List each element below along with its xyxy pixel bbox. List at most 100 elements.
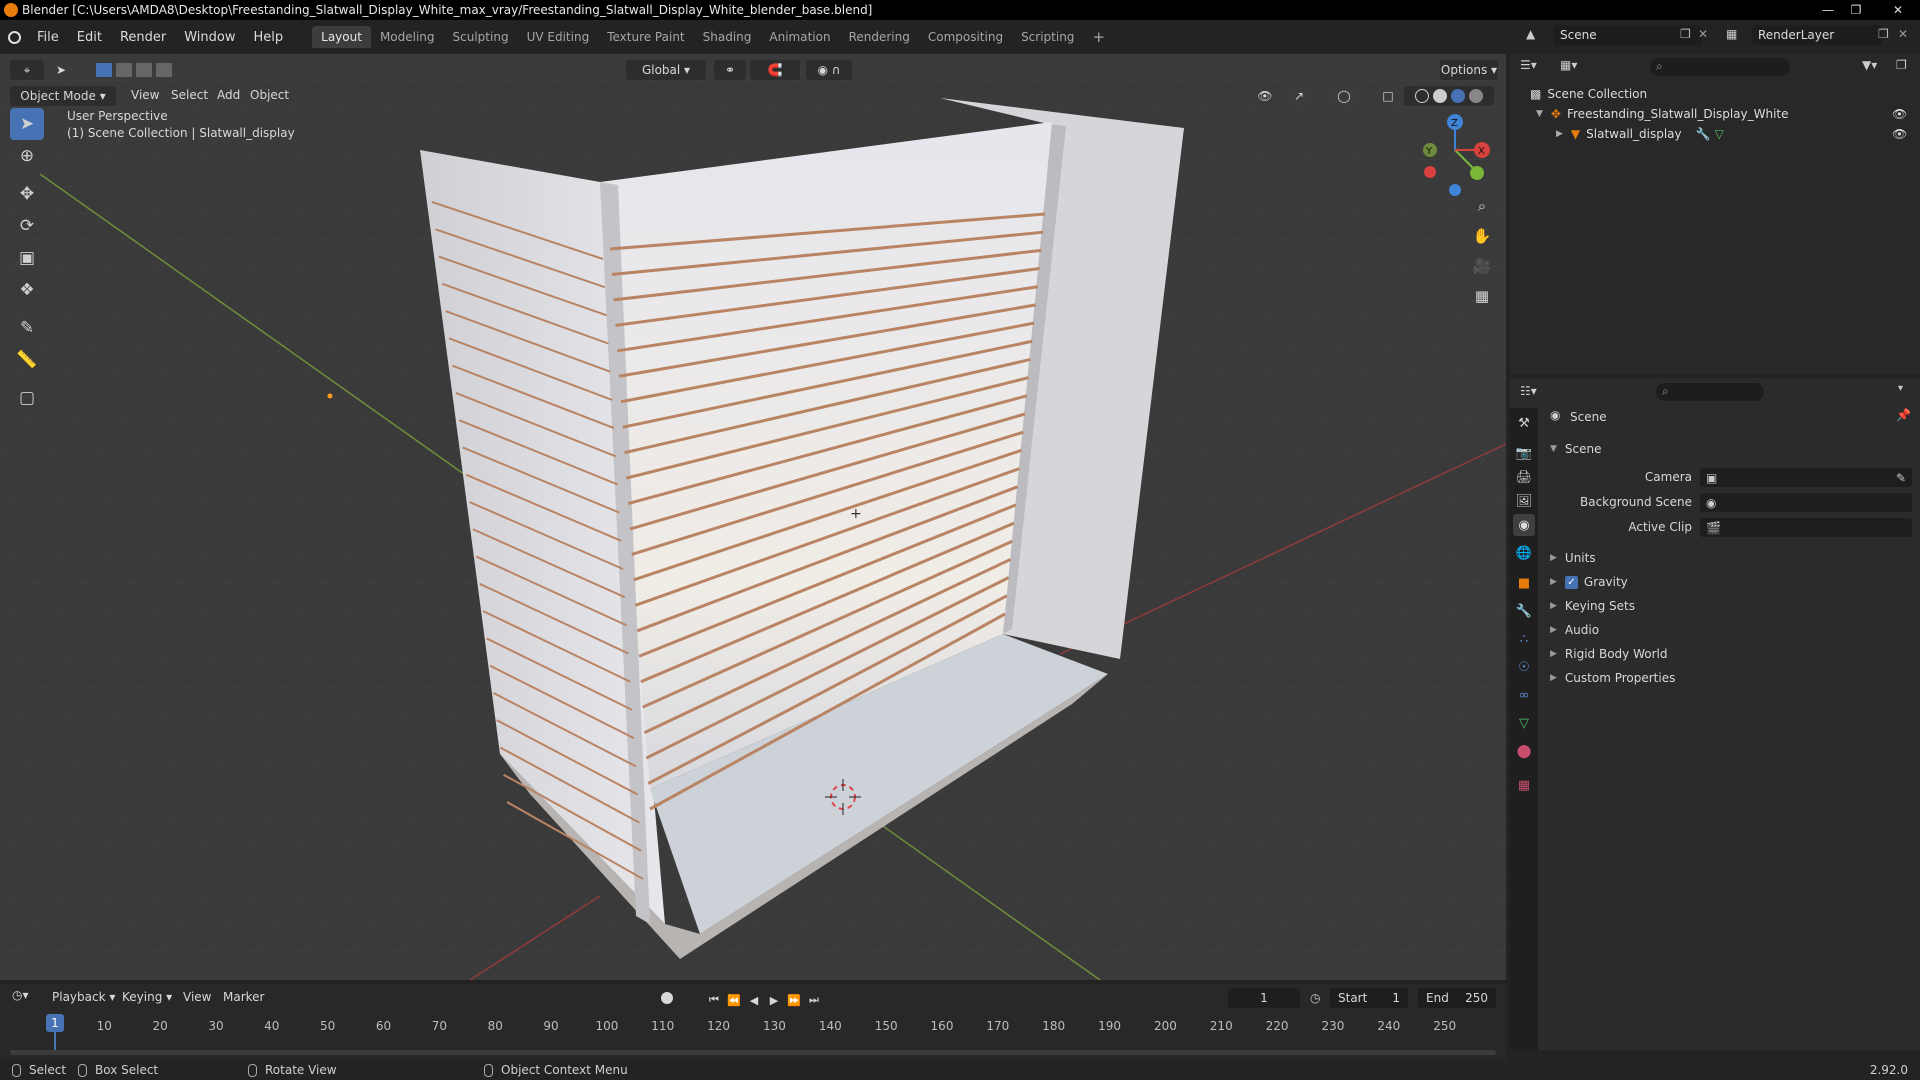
expand-down-icon[interactable]: ▼ — [1536, 109, 1543, 119]
remove-scene-icon[interactable]: ✕ — [1698, 27, 1708, 41]
data-tab-icon[interactable]: ▽ — [1513, 712, 1535, 734]
outliner-scene-collection[interactable]: ▩ Scene Collection — [1510, 84, 1920, 104]
end-frame-field[interactable]: End 250 — [1418, 988, 1496, 1008]
options-dropdown[interactable]: Options ▾ — [1440, 60, 1498, 80]
ortho-grid-icon[interactable]: ▦ — [1468, 282, 1496, 310]
constraints-tab-icon[interactable]: ∞ — [1513, 684, 1535, 706]
rigid-body-world-panel-header[interactable]: ▶ Rigid Body World — [1550, 645, 1910, 663]
menu-edit[interactable]: Edit — [68, 30, 111, 45]
properties-search-input[interactable]: ⌕ — [1656, 383, 1764, 401]
select-tool-icon[interactable]: ➤ — [50, 60, 72, 80]
pan-hand-icon[interactable]: ✋ — [1468, 222, 1496, 250]
play-icon[interactable]: ▶ — [766, 992, 782, 1008]
menu-window[interactable]: Window — [175, 30, 244, 45]
viewport-menu-object[interactable]: Object — [250, 88, 289, 102]
3d-viewport[interactable]: + Z Y X — [0, 54, 1506, 980]
pin-icon[interactable]: 📌 — [1896, 408, 1911, 422]
jump-keyframe-forward-icon[interactable]: ⏩ — [786, 992, 802, 1008]
pivot-point-icon[interactable]: ⚭ — [714, 60, 746, 80]
audio-panel-header[interactable]: ▶ Audio — [1550, 621, 1910, 639]
units-panel-header[interactable]: ▶ Units — [1550, 549, 1910, 567]
menu-file[interactable]: File — [28, 30, 68, 45]
play-reverse-icon[interactable]: ◀ — [746, 992, 762, 1008]
camera-field[interactable]: ▣ ✎ — [1700, 468, 1912, 487]
add-cube-tool-icon[interactable]: ▢ — [10, 382, 44, 414]
viewport-menu-select[interactable]: Select — [171, 88, 208, 102]
current-frame-field[interactable]: 1 — [1228, 988, 1300, 1008]
new-collection-icon[interactable]: ❐ — [1896, 58, 1907, 72]
scale-tool-icon[interactable]: ▣ — [10, 242, 44, 274]
timeline-menu-view[interactable]: View — [183, 990, 211, 1004]
jump-start-icon[interactable]: ⏮ — [706, 992, 722, 1008]
gravity-checkbox[interactable]: ✓ — [1564, 575, 1578, 589]
expand-right-icon[interactable]: ▶ — [1556, 129, 1563, 139]
selection-mode-icons[interactable] — [90, 60, 178, 80]
modifier-tab-icon[interactable]: 🔧 — [1513, 600, 1535, 622]
filter-icon[interactable]: ▼▾ — [1862, 58, 1877, 72]
timeline-scrollbar[interactable] — [10, 1050, 1496, 1055]
particles-tab-icon[interactable]: ∴ — [1513, 628, 1535, 650]
tab-compositing[interactable]: Compositing — [919, 26, 1012, 48]
remove-render-layer-icon[interactable]: ✕ — [1898, 27, 1908, 41]
outliner-search-input[interactable]: ⌕ — [1650, 58, 1790, 76]
display-mode-icon[interactable]: ▦▾ — [1560, 58, 1577, 72]
tab-uv-editing[interactable]: UV Editing — [518, 26, 599, 48]
timeline-editor-icon[interactable]: ◷▾ — [12, 988, 29, 1002]
shading-mode-icons[interactable] — [1404, 86, 1494, 106]
world-tab-icon[interactable]: 🌐 — [1513, 542, 1535, 564]
start-frame-field[interactable]: Start 1 — [1330, 988, 1408, 1008]
physics-tab-icon[interactable]: ☉ — [1513, 656, 1535, 678]
gizmo-toggle-icon[interactable]: ↗ — [1284, 86, 1314, 106]
timeline-menu-playback[interactable]: Playback ▾ — [52, 990, 115, 1004]
outliner-item-slatwall[interactable]: ▶ ▼ Slatwall_display 🔧 ▽ 👁 — [1510, 124, 1920, 144]
keying-sets-panel-header[interactable]: ▶ Keying Sets — [1550, 597, 1910, 615]
overlays-icon[interactable]: ◯ — [1326, 86, 1362, 106]
properties-editor-icon[interactable]: ☷▾ — [1520, 384, 1537, 398]
transform-orientation-dropdown[interactable]: Global ▾ — [626, 60, 706, 80]
custom-properties-panel-header[interactable]: ▶ Custom Properties — [1550, 669, 1910, 687]
camera-view-icon[interactable]: 🎥 — [1468, 252, 1496, 280]
texture-tab-icon[interactable]: ▦ — [1513, 774, 1535, 796]
timeline-menu-marker[interactable]: Marker — [223, 990, 264, 1004]
zoom-icon[interactable]: ⌕ — [1468, 192, 1496, 220]
eye-icon[interactable]: 👁 — [1892, 107, 1907, 121]
jump-end-icon[interactable]: ⏭ — [806, 992, 822, 1008]
tab-modeling[interactable]: Modeling — [371, 26, 444, 48]
material-tab-icon[interactable]: ⬤ — [1513, 740, 1535, 762]
outliner-editor-icon[interactable]: ☰▾ — [1520, 58, 1537, 72]
scene-type-icon[interactable]: ▲ — [1526, 27, 1548, 43]
proportional-editing-icon[interactable]: ◉ ∩ — [806, 60, 852, 80]
maximize-icon[interactable]: ❐ — [1844, 0, 1868, 20]
tab-shading[interactable]: Shading — [694, 26, 761, 48]
object-tab-icon[interactable]: ■ — [1513, 572, 1535, 594]
background-scene-field[interactable]: ◉ — [1700, 493, 1912, 512]
blender-menu-icon[interactable] — [0, 30, 28, 44]
cursor-tool-icon[interactable]: ⊕ — [10, 140, 44, 172]
transform-tool-icon[interactable]: ❖ — [10, 274, 44, 306]
tab-rendering[interactable]: Rendering — [840, 26, 919, 48]
visibility-icon[interactable]: 👁 — [1250, 86, 1280, 106]
viewport-menu-view[interactable]: View — [131, 88, 159, 102]
timeline-menu-keying[interactable]: Keying ▾ — [122, 990, 172, 1004]
tab-scripting[interactable]: Scripting — [1012, 26, 1083, 48]
new-scene-icon[interactable]: ❐ — [1680, 27, 1691, 41]
scene-panel-header[interactable]: ▼ Scene — [1550, 440, 1910, 458]
new-render-layer-icon[interactable]: ❐ — [1878, 27, 1889, 41]
record-icon[interactable] — [661, 992, 673, 1004]
tab-texture-paint[interactable]: Texture Paint — [598, 26, 693, 48]
select-box-tool-icon[interactable]: ➤ — [10, 108, 44, 140]
render-tab-icon[interactable]: 📷 — [1513, 442, 1535, 464]
xray-icon[interactable]: □ — [1378, 86, 1398, 106]
move-tool-icon[interactable]: ✥ — [10, 178, 44, 210]
tab-sculpting[interactable]: Sculpting — [444, 26, 518, 48]
measure-tool-icon[interactable]: 📏 — [10, 344, 44, 376]
properties-options-icon[interactable]: ▾ — [1898, 383, 1903, 394]
jump-keyframe-back-icon[interactable]: ⏪ — [726, 992, 742, 1008]
use-preview-range-icon[interactable]: ◷ — [1310, 991, 1320, 1005]
gravity-panel-header[interactable]: ▶ ✓ Gravity — [1550, 573, 1910, 591]
tab-layout[interactable]: Layout — [312, 26, 371, 48]
tool-tab-icon[interactable]: ⚒ — [1513, 412, 1535, 434]
eye-icon[interactable]: 👁 — [1892, 127, 1907, 141]
close-icon[interactable]: ✕ — [1880, 0, 1916, 20]
editor-type-icon[interactable]: ⌖ — [10, 60, 44, 80]
